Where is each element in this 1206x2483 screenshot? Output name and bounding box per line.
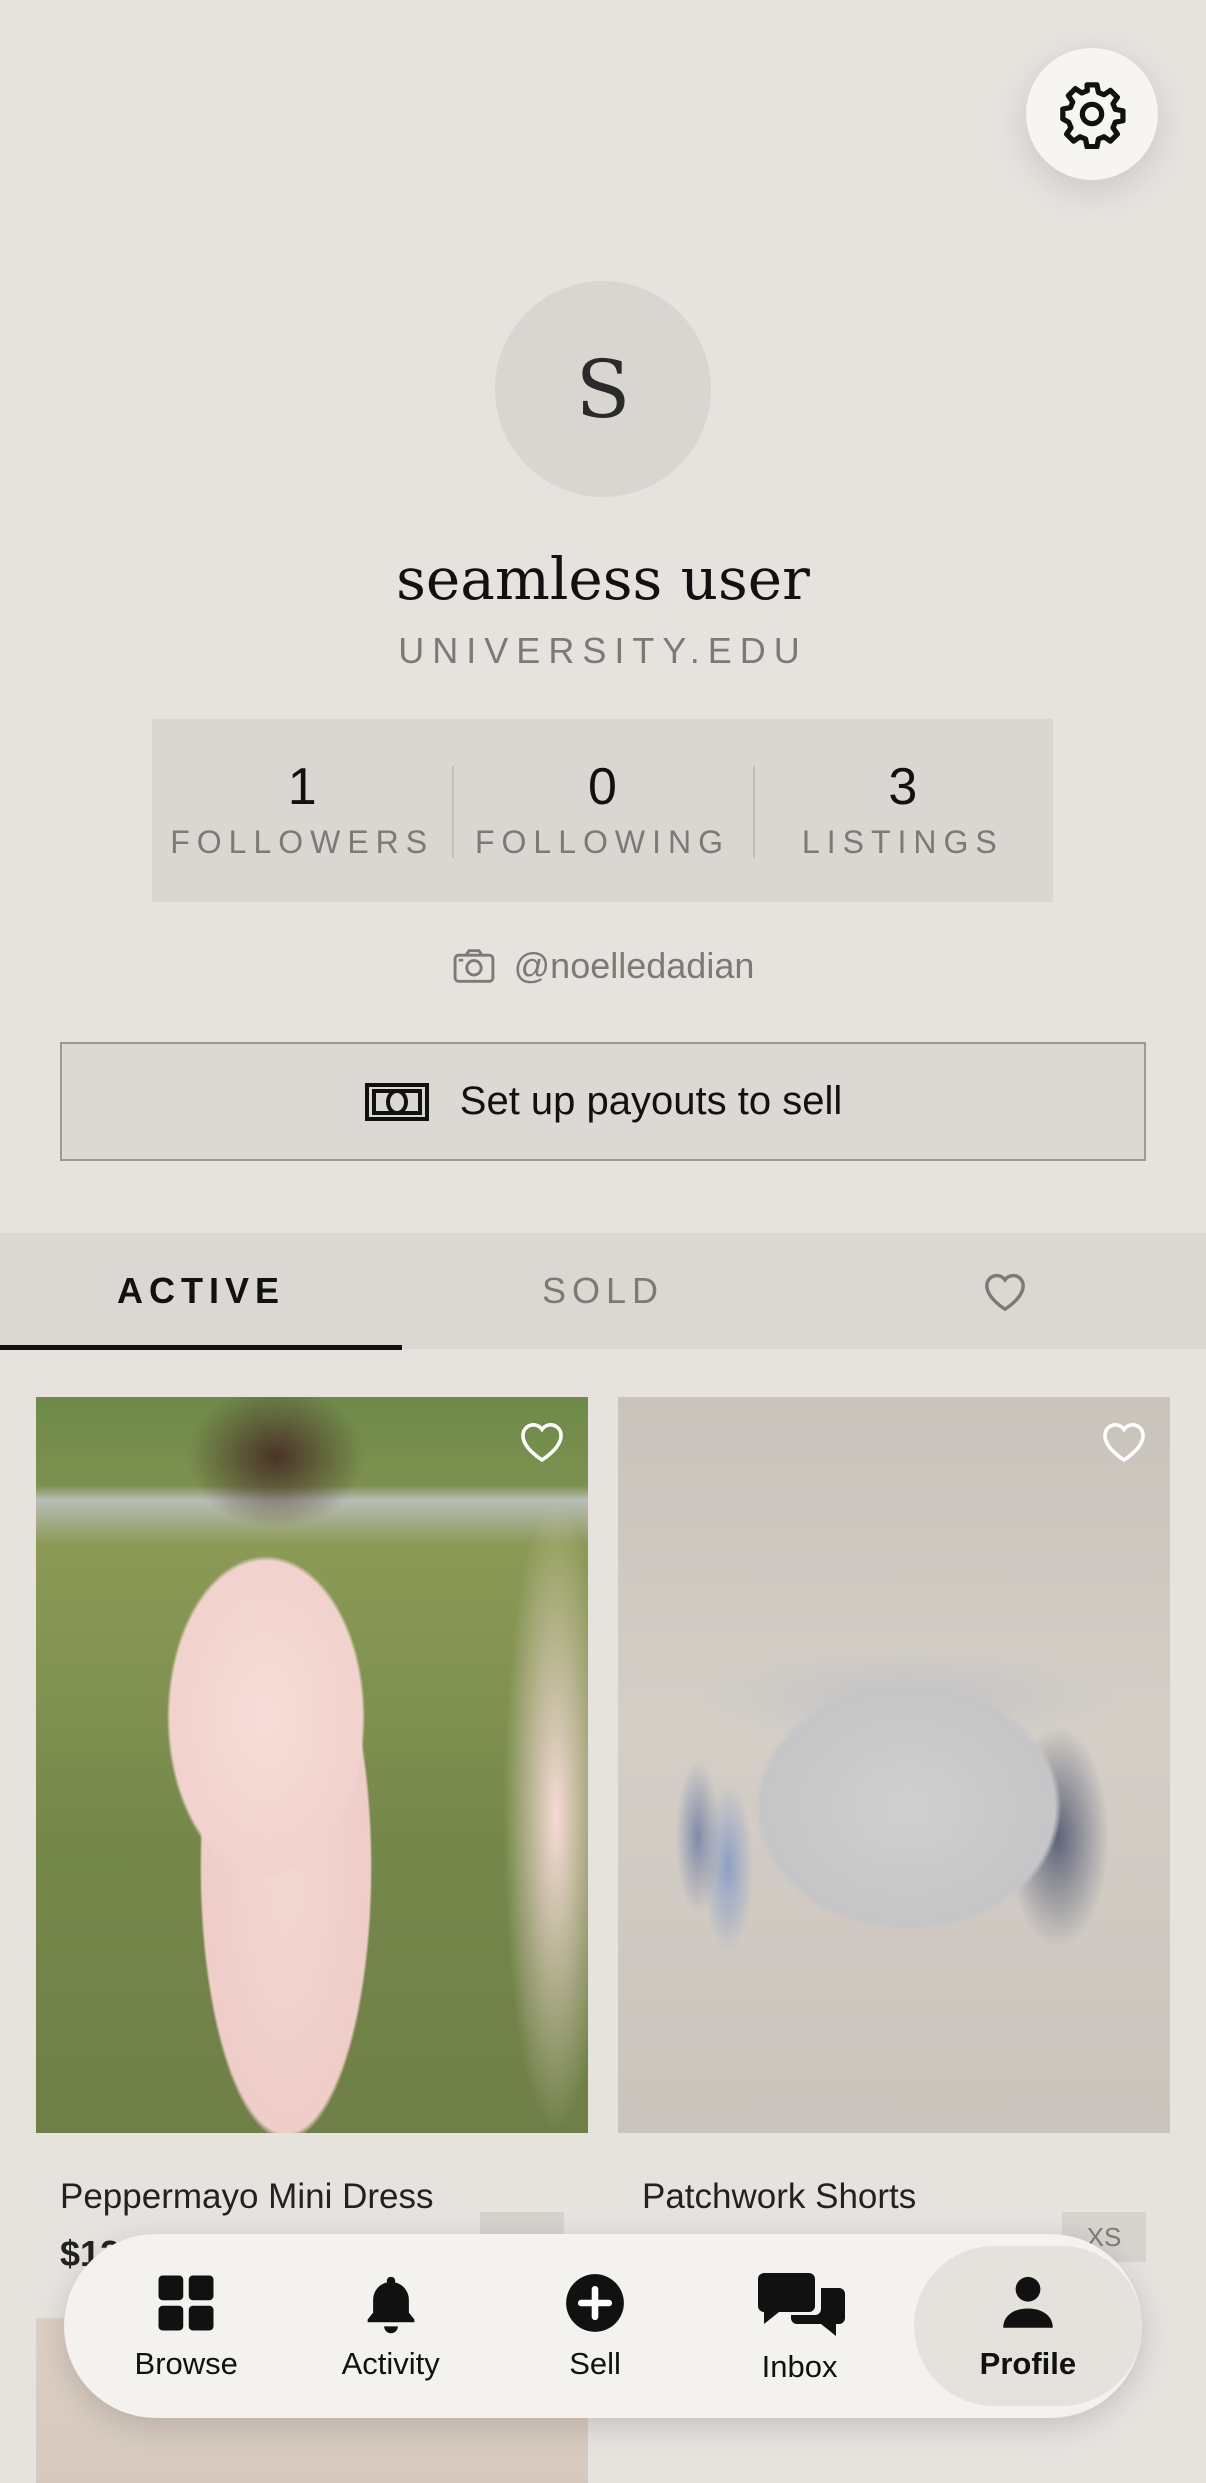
tab-browse[interactable]: Browse [84, 2246, 288, 2406]
listing-image[interactable] [618, 1397, 1170, 2133]
listing-card[interactable]: Peppermayo Mini Dress $12 [36, 1397, 588, 2275]
tab-inbox[interactable]: Inbox [697, 2246, 901, 2406]
heart-icon [985, 1273, 1025, 1312]
listing-image[interactable] [36, 1397, 588, 2133]
followers-label: FOLLOWERS [170, 824, 435, 861]
listing-title: Peppermayo Mini Dress [60, 2177, 434, 2216]
followers-count: 1 [287, 757, 317, 816]
tab-activity[interactable]: Activity [288, 2246, 492, 2406]
listing-title: Patchwork Shorts [642, 2177, 917, 2216]
cash-icon [364, 1082, 429, 1121]
listings-count: 3 [888, 757, 918, 816]
listing-tabs: ACTIVE SOLD [0, 1233, 1206, 1350]
instagram-handle: @noelledadian [513, 945, 755, 986]
avatar-initial: S [575, 342, 631, 436]
grid-icon [158, 2275, 214, 2331]
following-label: FOLLOWING [474, 824, 730, 861]
tab-active[interactable]: ACTIVE [0, 1233, 402, 1350]
stat-following[interactable]: 0 FOLLOWING [452, 760, 752, 862]
person-icon [1003, 2276, 1053, 2328]
user-name: seamless user [396, 545, 810, 613]
bell-icon [367, 2276, 415, 2334]
favorite-button[interactable] [1100, 1419, 1148, 1468]
tab-favorites[interactable] [804, 1233, 1206, 1349]
user-school: UNIVERSITY.EDU [398, 630, 808, 671]
camera-icon [453, 949, 494, 983]
tab-profile[interactable]: Profile [913, 2246, 1142, 2406]
listing-card[interactable]: Patchwork Shorts $7 XS [618, 1397, 1170, 2275]
tab-activity-label: Activity [341, 2346, 440, 2381]
gear-icon [1060, 82, 1126, 149]
chat-bubbles-icon [757, 2273, 845, 2336]
settings-button[interactable] [1026, 48, 1158, 180]
setup-payouts-button[interactable]: Set up payouts to sell [60, 1042, 1146, 1161]
tab-sell[interactable]: Sell [493, 2246, 697, 2406]
following-count: 0 [588, 757, 617, 816]
bottom-tab-bar: Browse Activity Sell Inbox Profile [64, 2234, 1142, 2418]
instagram-link[interactable]: @noelledadian [0, 945, 1206, 987]
tab-sell-label: Sell [569, 2346, 621, 2381]
heart-icon [1103, 1423, 1145, 1463]
plus-circle-icon [566, 2274, 624, 2332]
stat-listings[interactable]: 3 LISTINGS [752, 757, 1053, 862]
listings-label: LISTINGS [801, 824, 1004, 861]
tab-sold[interactable]: SOLD [402, 1233, 804, 1349]
favorite-button[interactable] [518, 1419, 566, 1468]
heart-icon [521, 1423, 563, 1463]
stats-panel: 1 FOLLOWERS 0 FOLLOWING 3 LISTINGS [152, 719, 1053, 902]
avatar[interactable]: S [495, 281, 711, 497]
tab-profile-label: Profile [979, 2346, 1077, 2381]
stat-followers[interactable]: 1 FOLLOWERS [152, 760, 452, 862]
tab-inbox-label: Inbox [761, 2349, 838, 2384]
setup-payouts-label: Set up payouts to sell [459, 1079, 843, 1123]
tab-browse-label: Browse [134, 2346, 238, 2381]
